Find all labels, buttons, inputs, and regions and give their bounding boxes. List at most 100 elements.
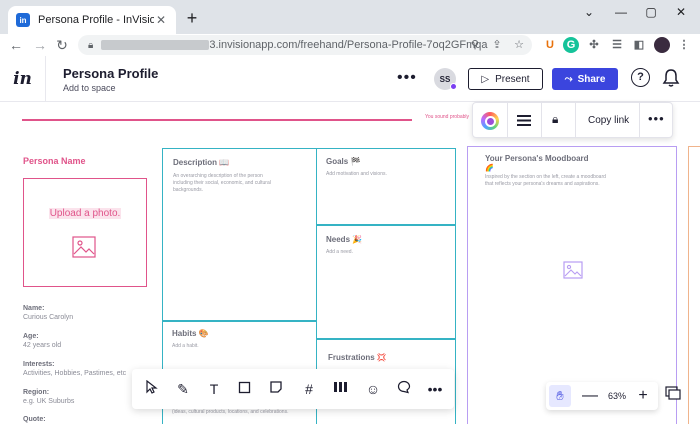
zoom-out-button[interactable]: — (582, 385, 598, 407)
grammarly-icon[interactable]: G (563, 37, 579, 53)
sticky-note-icon[interactable] (266, 379, 286, 399)
lock-icon: 🔒︎ (88, 39, 94, 51)
habits-bottom-text: (ideas, cultural products, locations, an… (172, 409, 289, 415)
side-panel-icon[interactable]: ◧ (631, 37, 647, 53)
goals-box[interactable]: Goals 🏁 Add motivation and visions. (316, 148, 456, 226)
description-box[interactable]: Description 📖 An overarching description… (162, 148, 317, 322)
window-close-button[interactable]: ✕ (666, 2, 696, 22)
field-value-interests[interactable]: Activities, Hobbies, Pastimes, etc (23, 370, 126, 377)
new-tab-button[interactable]: + (182, 8, 202, 28)
url-input[interactable]: 🔒︎ 3.invisionapp.com/freehand/Persona-Pr… (78, 35, 532, 55)
tab-title: Persona Profile - InVision (38, 14, 154, 26)
share-icon: ⤳ (564, 73, 573, 85)
browser-tabbar: in Persona Profile - InVision ✕ + ⌄ — ▢ … (0, 0, 700, 34)
frame-tool-icon[interactable]: # (299, 379, 319, 399)
comment-icon[interactable] (394, 379, 414, 399)
next-frame-edge[interactable] (688, 146, 700, 424)
selected-color-swatch (484, 115, 496, 127)
copy-link-button[interactable]: Copy link (588, 115, 629, 126)
templates-icon[interactable] (331, 379, 351, 399)
field-label-quote: Quote: (23, 416, 46, 423)
frustrations-title: Frustrations 💢 (328, 353, 387, 362)
forward-arrow-icon[interactable]: → (30, 35, 50, 55)
habits-text: Add a habit. (172, 343, 199, 349)
field-value-name[interactable]: Curious Carolyn (23, 314, 73, 321)
document-title[interactable]: Persona Profile (63, 66, 158, 81)
extension-u-icon[interactable]: U (542, 37, 558, 53)
upload-photo-box[interactable]: Upload a photo. (23, 178, 147, 287)
bottom-tools-toolbar: ✎ T # ☺ ••• (132, 369, 454, 409)
sticker-icon[interactable]: ☺ (363, 379, 383, 399)
user-avatar[interactable]: SS (434, 68, 457, 90)
image-placeholder-icon (563, 261, 583, 279)
stroke-style-icon[interactable] (517, 115, 531, 126)
field-value-age[interactable]: 42 years old (23, 342, 61, 349)
help-icon[interactable]: ? (631, 68, 650, 87)
tab-search-icon[interactable]: ⌄ (574, 2, 604, 22)
back-arrow-icon[interactable]: ← (6, 35, 26, 55)
selection-toolbar: 🔒︎ Copy link ••• (472, 102, 673, 138)
zoom-in-button[interactable]: + (636, 385, 650, 407)
window-minimize-button[interactable]: — (606, 2, 636, 22)
habits-title: Habits 🎨 (172, 329, 209, 338)
needs-title: Needs 🎉 (326, 235, 363, 244)
present-button[interactable]: ▷ Present (468, 68, 543, 90)
profile-avatar[interactable] (654, 37, 670, 53)
divider (639, 103, 640, 137)
search-icon[interactable]: ⚲ (468, 35, 482, 55)
rainbow-emoji: 🌈 (485, 165, 494, 172)
color-picker-button[interactable] (481, 112, 499, 130)
divider (507, 103, 508, 137)
field-label-interests: Interests: (23, 361, 55, 368)
browser-address-bar: ← → ↻ 🔒︎ 3.invisionapp.com/freehand/Pers… (0, 34, 700, 56)
upload-photo-label: Upload a photo. (48, 208, 122, 219)
moodboard-title: Your Persona's Moodboard (485, 154, 589, 163)
invision-logo[interactable]: in (0, 56, 46, 102)
more-options-icon[interactable]: ••• (397, 69, 417, 87)
hand-pan-icon[interactable]: ✋︎ (549, 385, 571, 407)
browser-tab[interactable]: in Persona Profile - InVision ✕ (8, 6, 176, 34)
goals-title: Goals 🏁 (326, 157, 361, 166)
lock-icon[interactable]: 🔒︎ (552, 112, 558, 127)
reading-list-icon[interactable]: ☰ (609, 37, 625, 53)
field-label-region: Region: (23, 389, 50, 396)
divider (541, 103, 542, 137)
extensions-puzzle-icon[interactable]: ✣ (586, 37, 602, 53)
window-restore-button[interactable]: ▢ (636, 2, 666, 22)
persona-name-heading[interactable]: Persona Name (23, 156, 86, 166)
needs-text: Add a need. (326, 249, 353, 255)
more-tools-icon[interactable]: ••• (425, 379, 445, 399)
needs-box[interactable]: Needs 🎉 Add a need. (316, 224, 456, 340)
header-divider-line (22, 119, 412, 121)
presence-dot (450, 83, 457, 90)
tab-close-icon[interactable]: ✕ (154, 13, 168, 27)
more-options-icon[interactable]: ••• (648, 111, 665, 126)
url-redacted (101, 40, 210, 50)
moodboard-text: Inspired by the section on the left, cre… (485, 174, 606, 187)
divider (575, 103, 576, 137)
share-button[interactable]: ⤳ Share (552, 68, 618, 90)
zoom-control: ✋︎ — 63% + (546, 382, 658, 410)
browser-menu-icon[interactable]: ⋮ (676, 37, 692, 53)
field-label-name: Name: (23, 305, 45, 312)
description-title: Description 📖 (173, 158, 230, 167)
select-pointer-icon[interactable] (142, 379, 162, 399)
notification-bell-icon[interactable] (662, 68, 680, 88)
add-to-space-link[interactable]: Add to space (63, 83, 116, 93)
zoom-level[interactable]: 63% (604, 386, 630, 406)
share-page-icon[interactable]: ⇪ (490, 35, 504, 55)
field-label-age: Age: (23, 333, 39, 340)
invision-favicon-icon: in (16, 13, 30, 27)
bookmark-star-icon[interactable]: ☆ (512, 35, 526, 55)
reload-icon[interactable]: ↻ (52, 35, 72, 55)
text-tool-icon[interactable]: T (204, 379, 224, 399)
description-text: An overarching description of the person… (173, 173, 271, 193)
shape-tool-icon[interactable] (235, 379, 255, 399)
pen-icon[interactable]: ✎ (173, 379, 193, 399)
field-value-region[interactable]: e.g. UK Suburbs (23, 398, 74, 405)
minimap-toggle-icon[interactable] (664, 386, 682, 404)
url-text: 3.invisionapp.com/freehand/Persona-Profi… (209, 39, 488, 51)
play-icon: ▷ (481, 73, 490, 85)
goals-text: Add motivation and visions. (326, 171, 387, 177)
app-header: in Persona Profile Add to space ••• SS ▷… (0, 56, 700, 102)
